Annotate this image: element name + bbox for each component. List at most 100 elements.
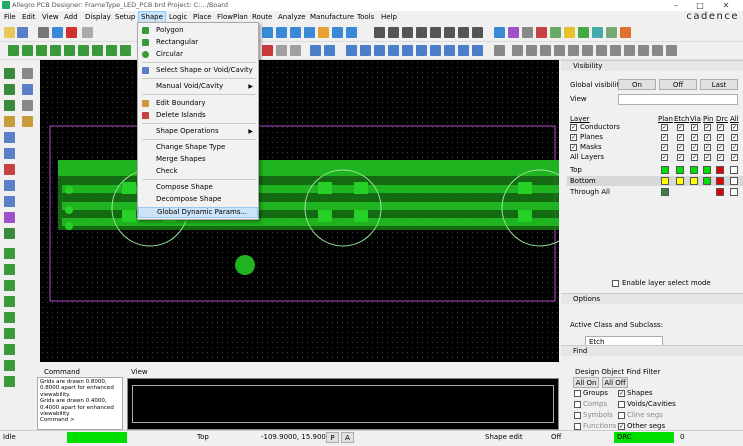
menu-item-change-shape-type[interactable]: Change Shape Type (138, 142, 258, 153)
view-select[interactable] (618, 94, 738, 105)
tune-icon[interactable] (430, 45, 441, 56)
status-a-button[interactable]: A (341, 432, 354, 443)
bottom-pin-swatch[interactable] (703, 177, 711, 185)
swap-icon[interactable] (4, 228, 15, 239)
masks-pin-checkbox[interactable]: ✓ (704, 144, 711, 151)
redraw-icon[interactable] (318, 27, 329, 38)
open-file-icon[interactable] (4, 27, 15, 38)
menu-item-check[interactable]: Check (138, 166, 258, 177)
masks-etch-checkbox[interactable]: ✓ (677, 144, 684, 151)
masks-drc-checkbox[interactable]: ✓ (717, 144, 724, 151)
shield-icon[interactable] (526, 45, 537, 56)
chamfer-icon[interactable] (554, 45, 565, 56)
flow-icon[interactable] (388, 45, 399, 56)
edit-vertex-icon[interactable] (4, 116, 15, 127)
menu-item-shape-operations[interactable]: Shape Operations ▶ (138, 126, 258, 137)
shape-select-icon[interactable] (4, 296, 15, 307)
shape-void-icon[interactable] (4, 312, 15, 323)
via-icon[interactable] (360, 45, 371, 56)
constraint-icon[interactable] (592, 27, 603, 38)
top-etch-swatch[interactable] (676, 166, 684, 174)
fanout-icon[interactable] (346, 45, 357, 56)
bottom-all-swatch[interactable] (730, 177, 738, 185)
through-all-swatch[interactable] (730, 188, 738, 196)
dimension-icon[interactable] (638, 45, 649, 56)
setup-icon[interactable] (578, 27, 589, 38)
planes-pin-checkbox[interactable]: ✓ (704, 134, 711, 141)
all-all-checkbox[interactable]: ✓ (731, 154, 738, 161)
planes-drc-checkbox[interactable]: ✓ (717, 134, 724, 141)
gloss-icon[interactable] (512, 45, 523, 56)
layer-5-icon[interactable] (64, 45, 75, 56)
layer-4-icon[interactable] (50, 45, 61, 56)
find-all-on-button[interactable]: All On (573, 377, 599, 388)
menu-edit[interactable]: Edit (20, 11, 38, 23)
shape-param-icon[interactable] (4, 376, 15, 387)
masks-via-checkbox[interactable]: ✓ (691, 144, 698, 151)
top-pin-swatch[interactable] (703, 166, 711, 174)
top-drc-swatch[interactable] (716, 166, 724, 174)
all-via-checkbox[interactable]: ✓ (691, 154, 698, 161)
toolbar-highlight-icon[interactable] (620, 27, 631, 38)
fillet-icon[interactable] (568, 45, 579, 56)
masks-plan-checkbox[interactable]: ✓ (661, 144, 668, 151)
menu-item-delete-islands[interactable]: Delete Islands (138, 110, 258, 121)
layer-8-icon[interactable] (106, 45, 117, 56)
slide-tool-icon[interactable] (4, 148, 15, 159)
menu-item-compose-shape[interactable]: Compose Shape (138, 182, 258, 193)
text-icon[interactable] (624, 45, 635, 56)
world-view-panel[interactable] (127, 378, 559, 430)
close-icon[interactable]: ✕ (715, 0, 737, 11)
copy-icon[interactable] (52, 27, 63, 38)
find-symbols-checkbox[interactable] (574, 412, 581, 419)
delay-tune-icon[interactable] (4, 180, 15, 191)
planes-via-checkbox[interactable]: ✓ (691, 134, 698, 141)
add-frect-icon[interactable] (22, 100, 33, 111)
top-via-swatch[interactable] (690, 166, 698, 174)
shape-add-icon[interactable] (4, 248, 15, 259)
shape-rect-icon[interactable] (4, 264, 15, 275)
all-pin-checkbox[interactable]: ✓ (704, 154, 711, 161)
enable-layer-select-checkbox[interactable] (612, 280, 619, 287)
layer-top-icon[interactable] (8, 45, 19, 56)
add-arc-icon[interactable] (22, 68, 33, 79)
connect-icon[interactable] (4, 132, 15, 143)
measure-icon[interactable] (472, 27, 483, 38)
layer-2-icon[interactable] (22, 45, 33, 56)
zoom-world-icon[interactable] (346, 27, 357, 38)
global-last-button[interactable]: Last (700, 79, 738, 90)
add-text-icon[interactable] (4, 100, 15, 111)
conductors-plan-checkbox[interactable]: ✓ (661, 124, 668, 131)
add-circle-icon[interactable] (4, 84, 15, 95)
menu-item-select-shape[interactable]: Select Shape or Void/Cavity (138, 65, 258, 76)
menu-help[interactable]: Help (379, 11, 399, 23)
menu-item-circular[interactable]: Circular (138, 49, 258, 60)
find-functions-checkbox[interactable] (574, 423, 581, 430)
menu-item-manual-void[interactable]: Manual Void/Cavity ▶ (138, 81, 258, 92)
rats-icon[interactable] (444, 27, 455, 38)
move-icon[interactable] (38, 27, 49, 38)
align-icon[interactable] (262, 45, 273, 56)
planes-plan-checkbox[interactable]: ✓ (661, 134, 668, 141)
zoom-in-icon[interactable] (262, 27, 273, 38)
conductors-pin-checkbox[interactable]: ✓ (704, 124, 711, 131)
top-all-swatch[interactable] (730, 166, 738, 174)
all-plan-checkbox[interactable]: ✓ (661, 154, 668, 161)
through-plan-swatch[interactable] (661, 188, 669, 196)
menu-tools[interactable]: Tools (355, 11, 376, 23)
spread-icon[interactable] (276, 45, 287, 56)
all-drc-checkbox[interactable]: ✓ (717, 154, 724, 161)
menu-item-rectangular[interactable]: Rectangular (138, 37, 258, 48)
conductors-all-checkbox[interactable]: ✓ (731, 124, 738, 131)
place-icon[interactable] (4, 212, 15, 223)
minimize-icon[interactable]: – (665, 0, 687, 11)
report-icon[interactable] (508, 27, 519, 38)
timing-icon[interactable] (444, 45, 455, 56)
find-cline-checkbox[interactable] (618, 412, 625, 419)
info-icon[interactable] (494, 27, 505, 38)
menu-analyze[interactable]: Analyze (276, 11, 308, 23)
find-comps-checkbox[interactable] (574, 401, 581, 408)
shape-merge-icon[interactable] (4, 344, 15, 355)
layer-7-icon[interactable] (92, 45, 103, 56)
shape-edit-icon[interactable] (4, 328, 15, 339)
